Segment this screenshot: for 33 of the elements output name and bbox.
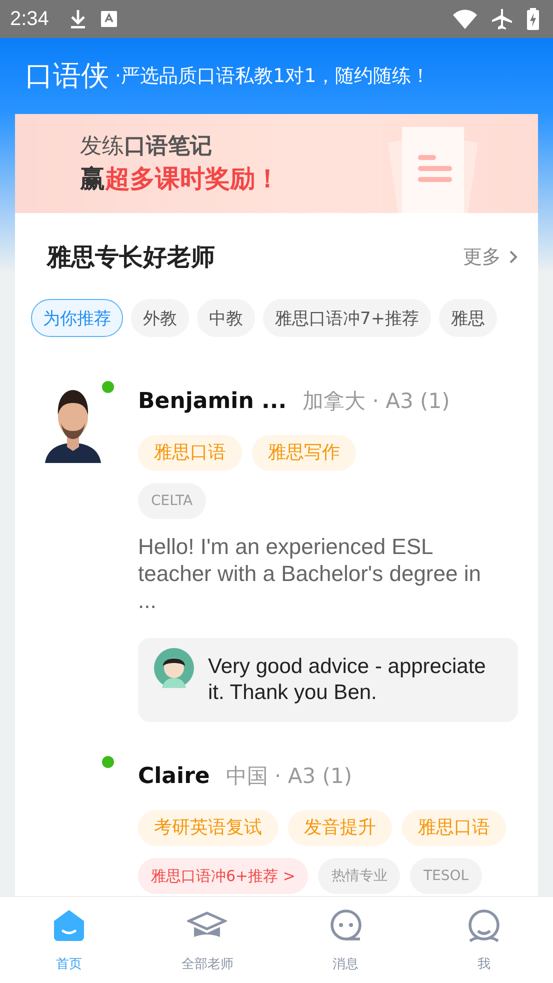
teacher-name[interactable]: Benjamin ...: [138, 389, 287, 414]
teacher-name[interactable]: Claire: [138, 764, 210, 789]
teacher-intro: Hello! I'm an experienced ESL teacher with a Bachelor's degree in ...: [138, 533, 482, 614]
filter-chip[interactable]: 外教: [131, 299, 189, 337]
tag: 热情专业: [318, 858, 400, 894]
chevron-right-icon: [509, 250, 518, 264]
tag: 雅思口语: [138, 435, 242, 471]
tag: 考研英语复试: [138, 810, 278, 846]
teacher-meta: 中国 · A3 (1): [226, 763, 352, 790]
tag: 雅思写作: [252, 435, 356, 471]
filter-chip[interactable]: 雅思口语冲7+推荐: [263, 299, 432, 337]
battery-icon: [527, 8, 539, 30]
teacher-meta: 加拿大 · A3 (1): [302, 388, 450, 415]
reviewer-avatar: [154, 648, 194, 688]
app-logo: 口语侠: [25, 58, 109, 94]
airplane-icon: [491, 8, 513, 30]
tag: 发音提升: [288, 810, 392, 846]
more-link[interactable]: 更多: [463, 244, 518, 270]
review-text: Very good advice - appreciate it. Thank you Ben.: [208, 654, 487, 706]
promo-banner[interactable]: 发练口语笔记 赢超多课时奖励！: [15, 114, 538, 213]
text-box-icon: [100, 11, 117, 27]
status-time: 2:34: [10, 8, 49, 30]
filter-chip[interactable]: 雅思: [439, 299, 498, 337]
slogan: ·严选品质口语私教1对1，随约随练！: [115, 64, 430, 89]
banner-slogan: 赢超多课时奖励！: [80, 162, 280, 194]
tag: TESOL: [410, 858, 482, 894]
filter-chip[interactable]: 中教: [197, 299, 255, 337]
tag: 雅思口语: [402, 810, 506, 846]
wifi-icon: [453, 9, 477, 29]
section-title: 雅思专长好老师: [47, 242, 215, 273]
download-icon: [68, 8, 87, 30]
banner-headline: 发练口语笔记: [80, 132, 213, 160]
tag: CELTA: [138, 483, 206, 519]
